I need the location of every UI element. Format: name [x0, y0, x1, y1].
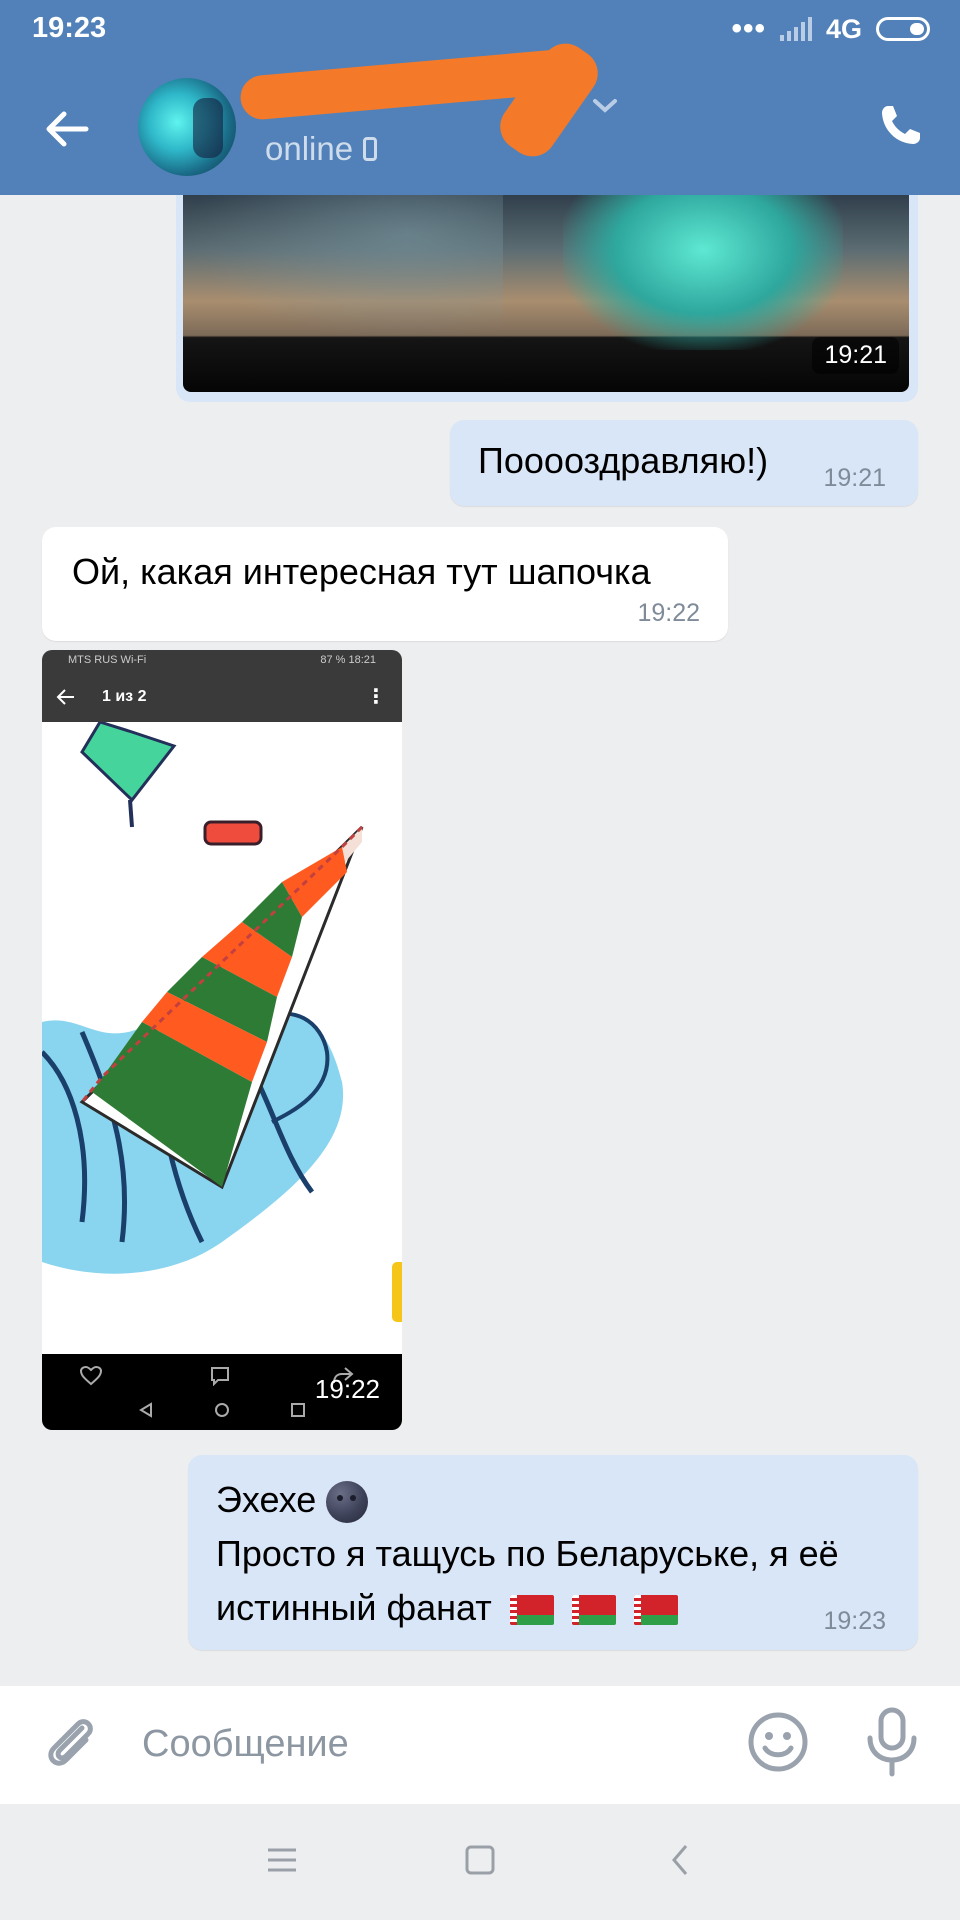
photo-preview[interactable]: 19:21 — [183, 190, 909, 392]
message-text: Пооооздравляю!) — [478, 440, 769, 481]
message-text: Эхехе Просто я тащусь по Беларуське, я е… — [216, 1473, 839, 1635]
message-line: истинный фанат — [216, 1587, 492, 1628]
message-line: Эхехе — [216, 1479, 317, 1520]
mobile-device-icon — [363, 137, 378, 161]
nav-back-icon — [139, 1402, 152, 1418]
signal-icon — [779, 17, 812, 41]
chevron-left-icon[interactable] — [668, 1840, 692, 1880]
presence-status: online — [265, 130, 378, 168]
belarus-flag-emoji-icon — [509, 1595, 554, 1626]
drawing-image — [42, 722, 402, 1354]
nav-home-icon — [215, 1403, 229, 1417]
new-moon-face-emoji-icon — [326, 1481, 369, 1524]
more-vertical-icon: ⋮ — [366, 686, 386, 708]
photo-message[interactable]: MTS RUS Wi-Fi 87 % 18:21 1 из 2 ⋮ 19:22 — [42, 650, 402, 1430]
message-time: 19:21 — [823, 464, 886, 492]
arrow-left-icon — [56, 689, 74, 705]
smile-icon[interactable] — [746, 1710, 810, 1774]
paperclip-icon[interactable] — [40, 1710, 104, 1774]
contact-avatar[interactable] — [138, 78, 236, 176]
screenshot-clock: 87 % 18:21 — [320, 654, 376, 666]
screenshot-nav-bar: 19:22 — [42, 1354, 402, 1430]
status-indicators: ••• 4G — [731, 12, 930, 46]
message-composer — [0, 1686, 960, 1804]
message-time: 19:21 — [812, 337, 899, 374]
heart-icon — [80, 1366, 102, 1386]
chat-header: 19:23 ••• 4G online — [0, 0, 960, 195]
chevron-down-icon[interactable] — [592, 96, 618, 116]
network-type: 4G — [825, 13, 862, 44]
home-square-icon[interactable] — [464, 1840, 496, 1880]
belarus-flag-emoji-icon — [633, 1595, 678, 1626]
arrow-left-icon[interactable] — [42, 104, 92, 154]
menu-icon[interactable] — [266, 1840, 298, 1880]
presence-label: online — [265, 130, 354, 167]
comment-icon — [211, 1367, 229, 1386]
incoming-message[interactable]: Ой, какая интересная тут шапочка 19:22 — [42, 527, 728, 641]
outgoing-message[interactable]: Пооооздравляю!) 19:21 — [450, 420, 918, 506]
battery-icon — [876, 17, 930, 41]
microphone-icon[interactable] — [862, 1706, 922, 1778]
message-line: Просто я тащусь по Беларуське, я её — [216, 1533, 839, 1574]
message-time: 19:22 — [314, 1374, 380, 1404]
notification-dots-icon: ••• — [731, 12, 766, 45]
message-text: Ой, какая интересная тут шапочка — [72, 551, 651, 592]
system-navigation-bar — [0, 1804, 960, 1920]
outgoing-message[interactable]: Эхехе Просто я тащусь по Беларуське, я е… — [188, 1455, 918, 1650]
message-time: 19:23 — [823, 1607, 886, 1635]
screenshot-app-bar: 1 из 2 ⋮ — [42, 672, 402, 722]
screenshot-carrier: MTS RUS Wi-Fi — [68, 654, 147, 666]
message-time: 19:22 — [637, 599, 700, 627]
phone-icon[interactable] — [876, 100, 926, 150]
screenshot-status-bar: MTS RUS Wi-Fi 87 % 18:21 — [42, 650, 402, 672]
screenshot-counter: 1 из 2 — [102, 688, 147, 705]
belarus-flag-emoji-icon — [571, 1595, 616, 1626]
status-time: 19:23 — [32, 12, 107, 44]
message-input[interactable] — [140, 1708, 704, 1780]
